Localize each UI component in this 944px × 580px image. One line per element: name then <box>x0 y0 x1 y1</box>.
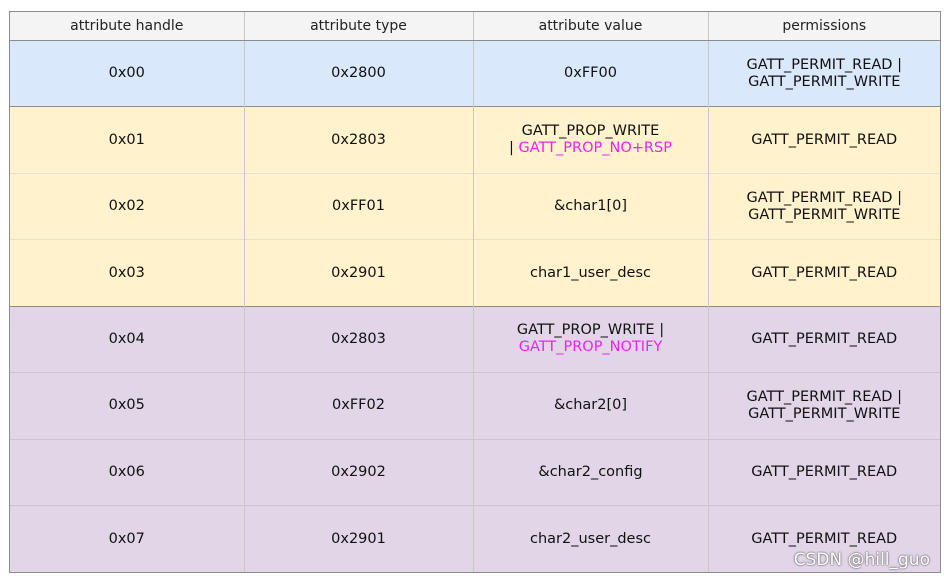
cell-type: 0xFF01 <box>243 172 473 240</box>
table-row: 0x05 0xFF02 &char2[0] GATT_PERMIT_READ |… <box>10 372 940 440</box>
cell-permissions: GATT_PERMIT_READ <box>707 106 940 174</box>
cell-handle: 0x04 <box>10 305 244 373</box>
cell-type: 0xFF02 <box>243 372 473 440</box>
permission-line: GATT_PERMIT_READ | <box>746 56 902 73</box>
gatt-attribute-table: attribute handle attribute type attribut… <box>10 12 940 572</box>
value-text: GATT_PROP_WRITE <box>521 123 660 140</box>
cell-handle: 0x00 <box>10 40 244 107</box>
value-text: | <box>509 140 519 157</box>
cell-value: &char1[0] <box>472 172 708 240</box>
column-header-handle: attribute handle <box>10 12 244 41</box>
cell-permissions: GATT_PERMIT_READ <box>707 239 940 307</box>
watermark: CSDN @hill_guo <box>793 550 930 570</box>
cell-type: 0x2803 <box>243 305 473 373</box>
cell-handle: 0x03 <box>10 239 244 307</box>
cell-value: 0xFF00 <box>472 40 708 107</box>
permission-line: GATT_PERMIT_READ <box>751 530 898 547</box>
cell-type: 0x2902 <box>243 438 473 506</box>
permission-line: GATT_PERMIT_READ | <box>746 189 902 206</box>
table-row: 0x03 0x2901 char1_user_desc GATT_PERMIT_… <box>10 239 940 307</box>
column-header-value: attribute value <box>472 12 708 41</box>
permission-line: GATT_PERMIT_READ <box>751 330 898 347</box>
table-row: 0x01 0x2803 GATT_PROP_WRITE | GATT_PROP_… <box>10 106 940 174</box>
value-text: &char1[0] <box>553 198 628 215</box>
permission-line: GATT_PERMIT_READ <box>751 264 898 281</box>
cell-handle: 0x05 <box>10 372 244 440</box>
cell-permissions: GATT_PERMIT_READ <box>707 438 940 506</box>
column-header-type: attribute type <box>243 12 473 41</box>
cell-handle: 0x01 <box>10 106 244 174</box>
attribute-table-container: attribute handle attribute type attribut… <box>9 11 941 573</box>
cell-type: 0x2901 <box>243 239 473 307</box>
table-row: 0x02 0xFF01 &char1[0] GATT_PERMIT_READ |… <box>10 172 940 240</box>
cell-permissions: GATT_PERMIT_READ | GATT_PERMIT_WRITE <box>707 40 940 107</box>
value-text: GATT_PROP_WRITE | <box>516 322 665 339</box>
column-header-permissions: permissions <box>707 12 940 41</box>
value-highlight: GATT_PROP_NO+RSP <box>518 140 672 157</box>
permission-line: GATT_PERMIT_WRITE <box>748 73 901 90</box>
permission-line: GATT_PERMIT_READ <box>751 463 898 480</box>
table-row: 0x04 0x2803 GATT_PROP_WRITE | GATT_PROP_… <box>10 305 940 373</box>
cell-handle: 0x07 <box>10 505 244 572</box>
value-text: &char2[0] <box>553 397 628 414</box>
cell-value: GATT_PROP_WRITE | GATT_PROP_NOTIFY <box>472 305 708 373</box>
cell-value: GATT_PROP_WRITE | GATT_PROP_NO+RSP <box>472 106 708 174</box>
table-header-row: attribute handle attribute type attribut… <box>10 12 940 41</box>
cell-value: &char2_config <box>472 438 708 506</box>
cell-permissions: GATT_PERMIT_READ | GATT_PERMIT_WRITE <box>707 372 940 440</box>
value-text: char2_user_desc <box>529 530 651 547</box>
value-text: char1_user_desc <box>529 264 651 281</box>
cell-type: 0x2901 <box>243 505 473 572</box>
table-row: 0x06 0x2902 &char2_config GATT_PERMIT_RE… <box>10 438 940 506</box>
value-text: &char2_config <box>538 463 643 480</box>
permission-line: GATT_PERMIT_READ | <box>746 388 902 405</box>
cell-permissions: GATT_PERMIT_READ | GATT_PERMIT_WRITE <box>707 172 940 240</box>
value-text: 0xFF00 <box>564 65 617 82</box>
cell-value: char2_user_desc <box>472 505 708 572</box>
cell-type: 0x2800 <box>243 40 473 107</box>
cell-value: char1_user_desc <box>472 239 708 307</box>
permission-line: GATT_PERMIT_WRITE <box>748 405 901 422</box>
cell-value: &char2[0] <box>472 372 708 440</box>
cell-handle: 0x06 <box>10 438 244 506</box>
permission-line: GATT_PERMIT_READ <box>751 131 898 148</box>
cell-handle: 0x02 <box>10 172 244 240</box>
cell-type: 0x2803 <box>243 106 473 174</box>
table-row: 0x00 0x2800 0xFF00 GATT_PERMIT_READ | GA… <box>10 40 940 107</box>
cell-permissions: GATT_PERMIT_READ <box>707 305 940 373</box>
permission-line: GATT_PERMIT_WRITE <box>748 206 901 223</box>
value-highlight: GATT_PROP_NOTIFY <box>518 339 663 356</box>
